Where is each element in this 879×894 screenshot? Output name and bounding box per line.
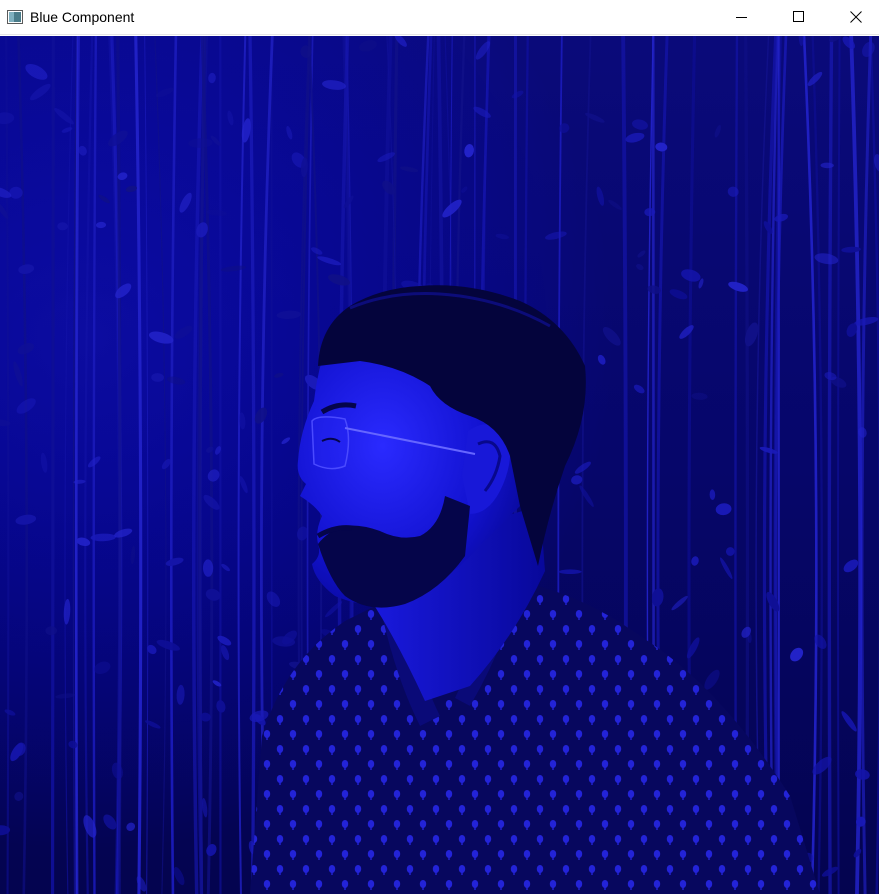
leaf — [558, 569, 582, 574]
app-icon — [7, 10, 23, 24]
image-window: Blue Component — [0, 0, 879, 894]
blue-channel-image — [0, 36, 879, 894]
close-button[interactable] — [833, 0, 879, 35]
minimize-button[interactable] — [719, 0, 765, 35]
image-canvas — [0, 36, 879, 894]
vine-strand — [50, 36, 55, 894]
window-title: Blue Component — [30, 9, 135, 25]
maximize-button[interactable] — [776, 0, 822, 35]
title-bar[interactable]: Blue Component — [0, 0, 879, 35]
glasses-lens — [311, 416, 350, 470]
close-icon — [850, 11, 862, 23]
maximize-icon — [793, 11, 804, 22]
minimize-icon — [736, 17, 747, 18]
